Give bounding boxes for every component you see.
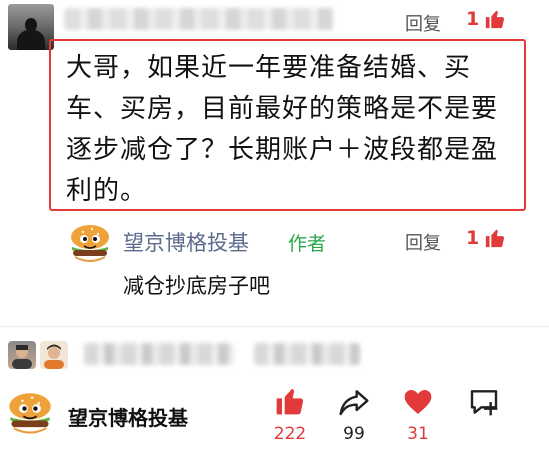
- author-like-count: 1: [466, 227, 480, 249]
- share-total: 99: [343, 424, 365, 444]
- heart-icon[interactable]: [402, 386, 434, 418]
- question-line-4: 利的。: [66, 176, 148, 206]
- question-line-3: 逐步减仓了？长期账户＋波段都是盈: [66, 135, 499, 165]
- reply-button[interactable]: 回复: [405, 10, 441, 36]
- bottom-avatar-burger-icon[interactable]: [6, 390, 54, 438]
- thumbs-up-icon[interactable]: [484, 8, 506, 30]
- like-count: 1: [466, 8, 480, 30]
- bottom-author-name[interactable]: 望京博格投基: [68, 402, 188, 431]
- divider: [0, 326, 549, 327]
- like-total: 222: [273, 424, 307, 444]
- author-tag: 作者: [288, 233, 327, 255]
- commenter-avatar[interactable]: [8, 4, 54, 50]
- question-line-1: 大哥，如果近一年要准备结婚、买: [66, 53, 472, 83]
- author-name[interactable]: 望京博格投基: [123, 227, 249, 257]
- share-arrow-icon[interactable]: [338, 386, 370, 418]
- author-avatar-burger-icon[interactable]: [68, 222, 112, 266]
- author-reply-text: 减仓抄底房子吧: [123, 274, 270, 298]
- author-reply-button[interactable]: 回复: [405, 229, 441, 255]
- question-line-2: 车、买房，目前最好的策略是不是要: [66, 94, 499, 124]
- commenter-name-blurred: [64, 8, 334, 30]
- comment-add-icon[interactable]: [468, 386, 500, 418]
- liker-names-blurred: [84, 343, 234, 365]
- heart-total: 31: [407, 424, 429, 444]
- liker-avatar[interactable]: [8, 341, 36, 369]
- author-thumbs-up-icon[interactable]: [484, 227, 506, 249]
- liker-avatar[interactable]: [40, 341, 68, 369]
- liker-count-blurred: [254, 343, 360, 365]
- like-thumbs-up-icon[interactable]: [274, 385, 306, 417]
